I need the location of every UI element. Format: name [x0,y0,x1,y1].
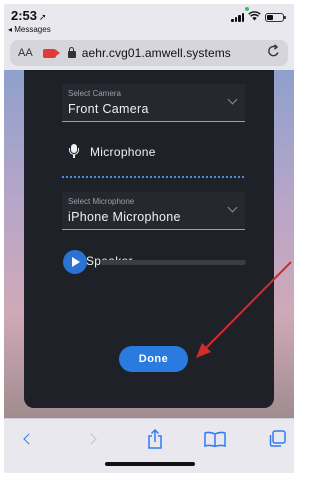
home-indicator[interactable] [105,462,195,466]
book-icon[interactable] [204,429,226,449]
microphone-level-meter [62,176,245,178]
share-icon[interactable] [144,429,166,449]
microphone-select-value: iPhone Microphone [68,210,181,224]
microphone-select-label: Select Microphone [68,197,135,206]
microphone-icon [68,144,80,159]
speaker-test-play-button[interactable] [63,250,87,274]
back-to-messages-link[interactable]: ◂ Messages [8,25,51,34]
time-text: 2:53 [11,8,38,23]
status-bar: 2:53 ➚ ◂ Messages [4,4,294,38]
done-button[interactable]: Done [119,346,188,372]
chevron-down-icon [227,202,238,213]
device-settings-modal: Select Camera Front Camera Microphone Se… [24,70,274,408]
lock-icon [67,47,76,58]
chevron-down-icon [227,94,238,105]
webpage-background: Select Camera Front Camera Microphone Se… [4,70,294,418]
battery-fill [267,14,273,20]
chevron-right-icon[interactable] [80,429,102,449]
speaker-test-progress[interactable] [100,260,246,265]
status-time: 2:53 ➚ [11,8,47,23]
camera-select-label: Select Camera [68,89,121,98]
signal-bars-icon [231,12,244,22]
camera-select[interactable]: Select Camera Front Camera [62,84,245,122]
microphone-section-header: Microphone [68,144,156,159]
reload-icon[interactable] [267,44,280,61]
microphone-select[interactable]: Select Microphone iPhone Microphone [62,192,245,230]
tabs-icon[interactable] [266,429,288,449]
address-bar[interactable]: AA aehr.cvg01.amwell.systems [10,40,288,66]
wifi-icon [248,11,261,23]
text-size-button[interactable]: AA [18,47,33,59]
microphone-heading: Microphone [90,144,156,159]
video-camera-icon[interactable] [42,48,60,58]
url-text[interactable]: aehr.cvg01.amwell.systems [82,46,231,60]
battery-icon [265,12,286,22]
phone-screen: 2:53 ➚ ◂ Messages AA aehr.cvg01.amwell.sy… [4,4,294,473]
camera-select-value: Front Camera [68,102,149,116]
status-icons [231,11,286,23]
location-arrow-icon: ➚ [39,12,47,22]
chevron-left-icon[interactable] [18,429,40,449]
